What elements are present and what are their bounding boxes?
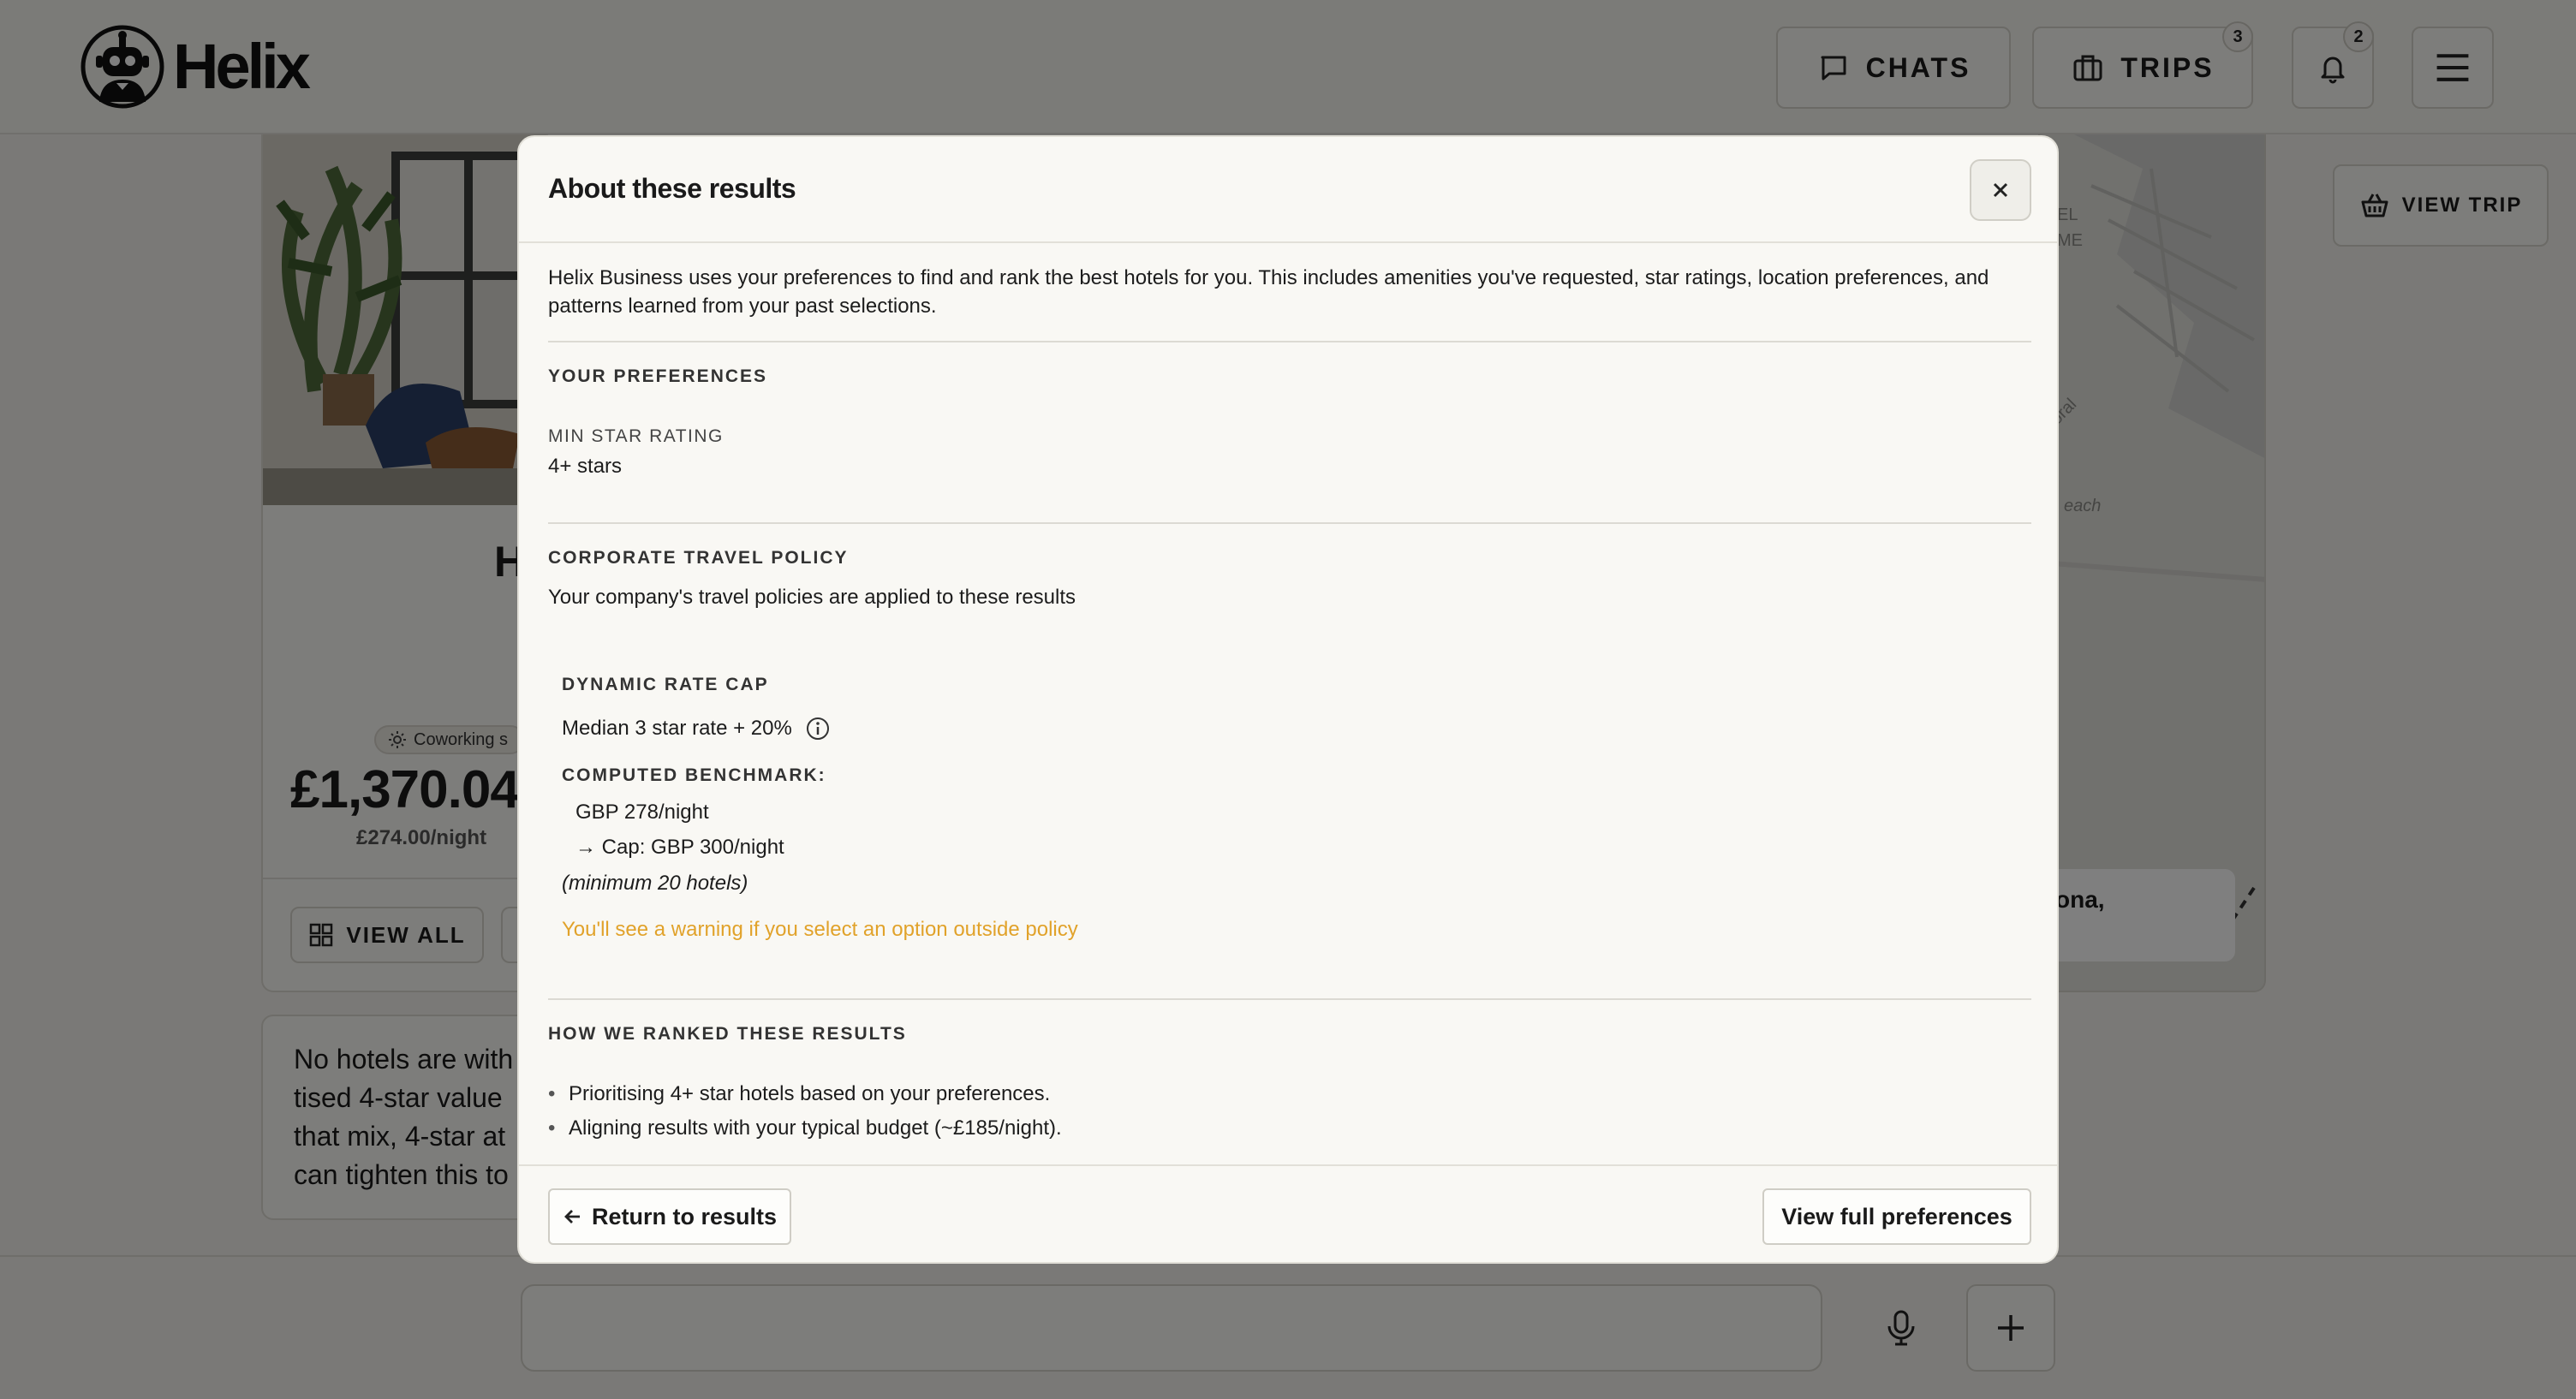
arrow-left-icon xyxy=(564,1210,580,1223)
benchmark-label: COMPUTED BENCHMARK: xyxy=(562,765,826,785)
ranking-bullet: • Prioritising 4+ star hotels based on yo… xyxy=(548,1082,1051,1105)
return-to-results-button[interactable]: Return to results xyxy=(548,1188,791,1245)
ranking-heading: HOW WE RANKED THESE RESULTS xyxy=(548,1024,907,1044)
dialog-intro-line: patterns learned from your past selectio… xyxy=(548,295,937,318)
section-divider xyxy=(548,341,2031,342)
dialog-intro-line: Helix Business uses your preferences to … xyxy=(548,266,1989,289)
min-star-label: MIN STAR RATING xyxy=(548,426,724,446)
policy-description: Your company's travel policies are appli… xyxy=(548,586,1076,609)
info-icon[interactable] xyxy=(805,716,831,741)
section-divider xyxy=(548,522,2031,524)
cap-value: → Cap: GBP 300/night xyxy=(575,836,784,859)
rate-cap-value: Median 3 star rate + 20% xyxy=(562,717,792,740)
dialog-title: About these results xyxy=(548,173,796,204)
return-to-results-label: Return to results xyxy=(591,1203,778,1229)
ranking-bullet: • Aligning results with your typical budg… xyxy=(548,1116,1062,1140)
about-results-dialog: About these results Helix Business uses … xyxy=(517,135,2059,1264)
close-icon xyxy=(1993,182,2008,198)
policy-warning-text: You'll see a warning if you select an op… xyxy=(562,918,1078,941)
close-button[interactable] xyxy=(1970,159,2031,221)
view-full-preferences-label: View full preferences xyxy=(1781,1203,2012,1229)
policy-heading: CORPORATE TRAVEL POLICY xyxy=(548,548,849,568)
preferences-heading: YOUR PREFERENCES xyxy=(548,366,768,386)
rate-cap-label: DYNAMIC RATE CAP xyxy=(562,675,769,694)
view-full-preferences-button[interactable]: View full preferences xyxy=(1762,1188,2031,1245)
section-divider xyxy=(548,998,2031,1000)
min-star-value: 4+ stars xyxy=(548,455,623,478)
dialog-header: About these results xyxy=(519,137,2057,243)
benchmark-value: GBP 278/night xyxy=(575,801,709,824)
minimum-hotels-note: (minimum 20 hotels) xyxy=(562,872,748,895)
